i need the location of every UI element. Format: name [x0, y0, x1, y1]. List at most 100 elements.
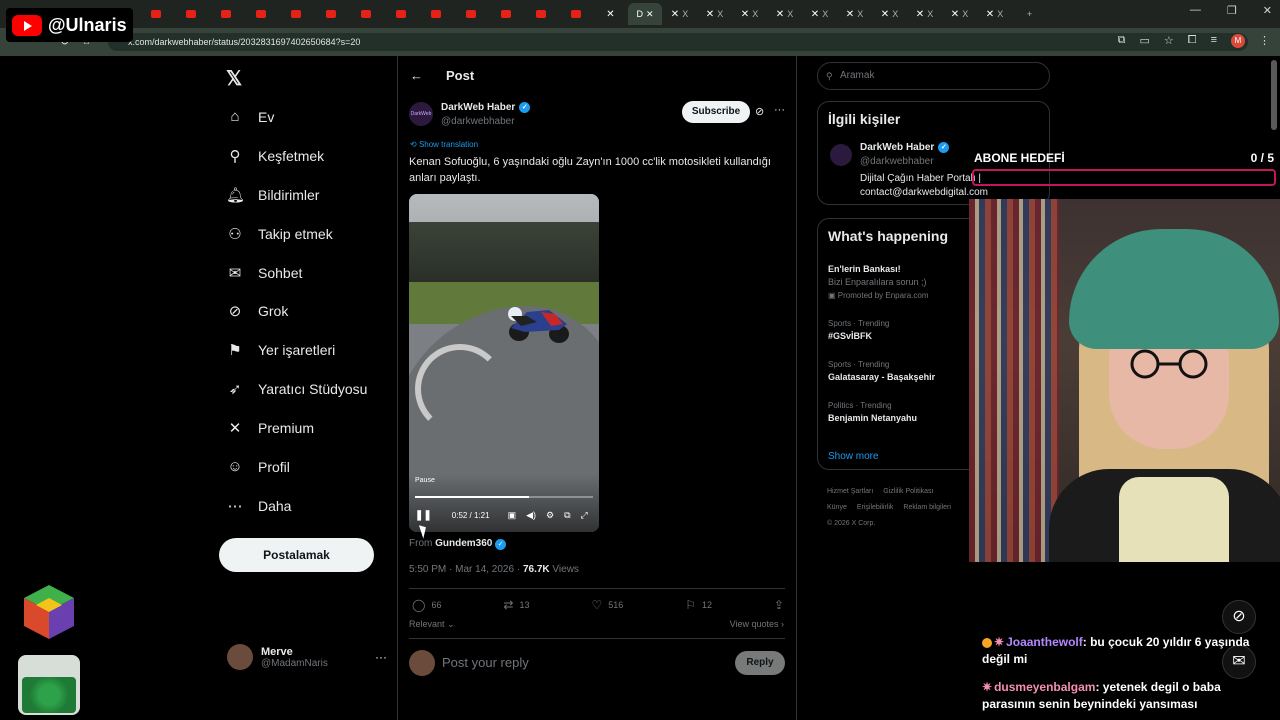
author-avatar[interactable]: DarkWeb	[409, 102, 433, 126]
browser-tab[interactable]: ✕ X	[907, 3, 942, 25]
browser-tab[interactable]	[488, 3, 523, 25]
bookmark-action[interactable]: ⚐ 12	[685, 598, 712, 612]
browser-menu-icon[interactable]: ⋮	[1259, 34, 1270, 48]
repost-action[interactable]: ⇄ 13	[503, 598, 529, 612]
browser-tab[interactable]: ✕ X	[837, 3, 872, 25]
back-arrow-icon[interactable]: ←	[410, 68, 423, 83]
page-scrollbar[interactable]	[1271, 60, 1277, 130]
related-name[interactable]: DarkWeb Haber ✓	[860, 142, 950, 153]
post-button[interactable]: Postalamak	[219, 538, 374, 572]
fullscreen-icon[interactable]: ⤢	[581, 510, 588, 521]
browser-tab[interactable]	[208, 3, 243, 25]
post-column: ← Post DarkWeb DarkWeb Haber ✓ @darkwebh…	[397, 56, 797, 720]
search-input[interactable]: ⚲ Aramak	[817, 62, 1050, 90]
footer-link[interactable]: Erişilebilirlik	[857, 504, 894, 511]
webcam-person-tee	[1119, 477, 1229, 562]
sidebar-item-8[interactable]: ➶ Yaratıcı Stüdyosu	[226, 380, 368, 398]
browser-tab[interactable]: ✕ X	[802, 3, 837, 25]
share-action[interactable]: ⇪	[774, 598, 784, 612]
close-tab-icon[interactable]: ✕	[646, 9, 654, 20]
translate-icon[interactable]: ⧉	[1118, 34, 1126, 48]
browser-tab[interactable]: ✕	[593, 3, 628, 25]
sidebar-item-3[interactable]: 🔔︎ Bildirimler	[226, 186, 319, 204]
address-bar-row: ↻ ⌂ x.com/darkwebhaber/status/2032831697…	[0, 28, 1280, 56]
sidebar-item-11[interactable]: ⋯ Daha	[226, 497, 292, 515]
sidebar-item-9[interactable]: ✕ Premium	[226, 419, 314, 437]
video-player[interactable]: Pause ❚❚ 0:52 / 1:21 ▣ ◀) ⚙ ⧉ ⤢	[409, 194, 599, 532]
maximize-icon[interactable]: ❐	[1227, 4, 1237, 17]
minimize-icon[interactable]: —	[1190, 4, 1201, 17]
sidebar-item-2[interactable]: ⚲ Keşfetmek	[226, 147, 325, 165]
captions-icon[interactable]: ▣	[508, 510, 517, 521]
tab-label: X	[752, 9, 759, 19]
show-more-link[interactable]: Show more	[828, 451, 879, 462]
browser-tab[interactable]: +	[1012, 3, 1047, 25]
pause-icon[interactable]: ❚❚	[415, 510, 432, 521]
sidebar-item-1[interactable]: ⌂ Ev	[226, 108, 274, 125]
grok-icon[interactable]: ⊘	[755, 105, 764, 118]
x-logo-icon[interactable]: 𝕏	[226, 66, 242, 91]
settings-icon[interactable]: ⚙	[546, 510, 554, 521]
close-window-icon[interactable]: ✕	[1263, 4, 1272, 17]
source-account[interactable]: Gundem360	[435, 538, 492, 549]
author-handle[interactable]: @darkwebhaber	[441, 116, 515, 127]
author-name[interactable]: DarkWeb Haber ✓	[441, 102, 531, 113]
browser-tab[interactable]: ✕ X	[872, 3, 907, 25]
browser-tab[interactable]	[523, 3, 558, 25]
browser-tab[interactable]	[313, 3, 348, 25]
sidebar-item-7[interactable]: ⚑ Yer işaretleri	[226, 341, 335, 359]
browser-tab[interactable]	[278, 3, 313, 25]
browser-tab[interactable]	[243, 3, 278, 25]
footer-link[interactable]: Hizmet Şartları	[827, 488, 873, 495]
show-translation-link[interactable]: ⟲ Show translation	[410, 140, 478, 149]
browser-tab[interactable]: ✕ X	[662, 3, 697, 25]
browser-tab[interactable]	[173, 3, 208, 25]
more-icon[interactable]: ···	[375, 650, 387, 664]
browser-tab[interactable]	[418, 3, 453, 25]
browser-tab[interactable]	[383, 3, 418, 25]
trend-item[interactable]: Sports · Trending Galatasaray - Başakşeh…	[828, 360, 935, 382]
browser-tab[interactable]: ✕ X	[977, 3, 1012, 25]
sort-replies-dropdown[interactable]: Relevant ⌄	[409, 619, 455, 630]
extensions-icon[interactable]: ⧠	[1188, 34, 1197, 48]
subscribe-button[interactable]: Subscribe	[682, 101, 750, 123]
browser-tab[interactable]	[453, 3, 488, 25]
footer-link[interactable]: Gizlilik Politikası	[883, 488, 933, 495]
more-icon[interactable]: ···	[774, 104, 785, 116]
sidebar-item-6[interactable]: ⊘ Grok	[226, 302, 289, 320]
account-switcher[interactable]: Merve @MadamNaris ···	[227, 644, 387, 670]
pip-icon[interactable]: ⧉	[564, 510, 570, 521]
video-progress-bar[interactable]	[415, 496, 593, 498]
reply-button[interactable]: Reply	[735, 651, 785, 675]
browser-tab[interactable]	[558, 3, 593, 25]
browser-tab[interactable]	[138, 3, 173, 25]
reply-action[interactable]: ◯ 66	[412, 598, 441, 612]
sidebar-item-4[interactable]: ⚇ Takip etmek	[226, 225, 332, 243]
sidebar-item-10[interactable]: ☺ Profil	[226, 458, 290, 475]
trend-item[interactable]: Politics · Trending Benjamin Netanyahu	[828, 401, 917, 423]
footer-link[interactable]: Künye	[827, 504, 847, 511]
cast-icon[interactable]: ▭	[1139, 34, 1149, 48]
url-field[interactable]: x.com/darkwebhaber/status/20328316974026…	[108, 33, 1248, 51]
browser-tab[interactable]: ✕ X	[697, 3, 732, 25]
view-quotes-link[interactable]: View quotes ›	[730, 619, 784, 629]
profile-avatar-icon[interactable]: M	[1231, 34, 1245, 48]
footer-link[interactable]: Reklam bilgileri	[903, 504, 950, 511]
volume-icon[interactable]: ◀)	[526, 510, 536, 521]
browser-tab[interactable]: ✕ X	[732, 3, 767, 25]
browser-tab[interactable]: ✕ X	[942, 3, 977, 25]
grok-icon[interactable]: ⊘	[1222, 600, 1256, 634]
sidebar-item-5[interactable]: ✉ Sohbet	[226, 264, 303, 282]
star-icon[interactable]: ☆	[1164, 34, 1174, 48]
media-icon[interactable]: ≡	[1211, 34, 1217, 48]
trend-item[interactable]: En'lerin Bankası! Bizi Enparalılara soru…	[828, 261, 929, 300]
browser-tab-active[interactable]: D ✕	[628, 3, 662, 25]
post-timestamp[interactable]: 5:50 PM · Mar 14, 2026 ·	[409, 564, 523, 575]
browser-tab[interactable]: ✕ X	[767, 3, 802, 25]
avatar[interactable]	[830, 144, 852, 166]
trend-item[interactable]: Sports · Trending #GSvİBFK	[828, 319, 889, 341]
like-action[interactable]: ♡ 516	[591, 598, 623, 612]
reply-input[interactable]: Post your reply	[442, 655, 529, 670]
new-tab-icon[interactable]: +	[1027, 9, 1032, 19]
browser-tab[interactable]	[348, 3, 383, 25]
